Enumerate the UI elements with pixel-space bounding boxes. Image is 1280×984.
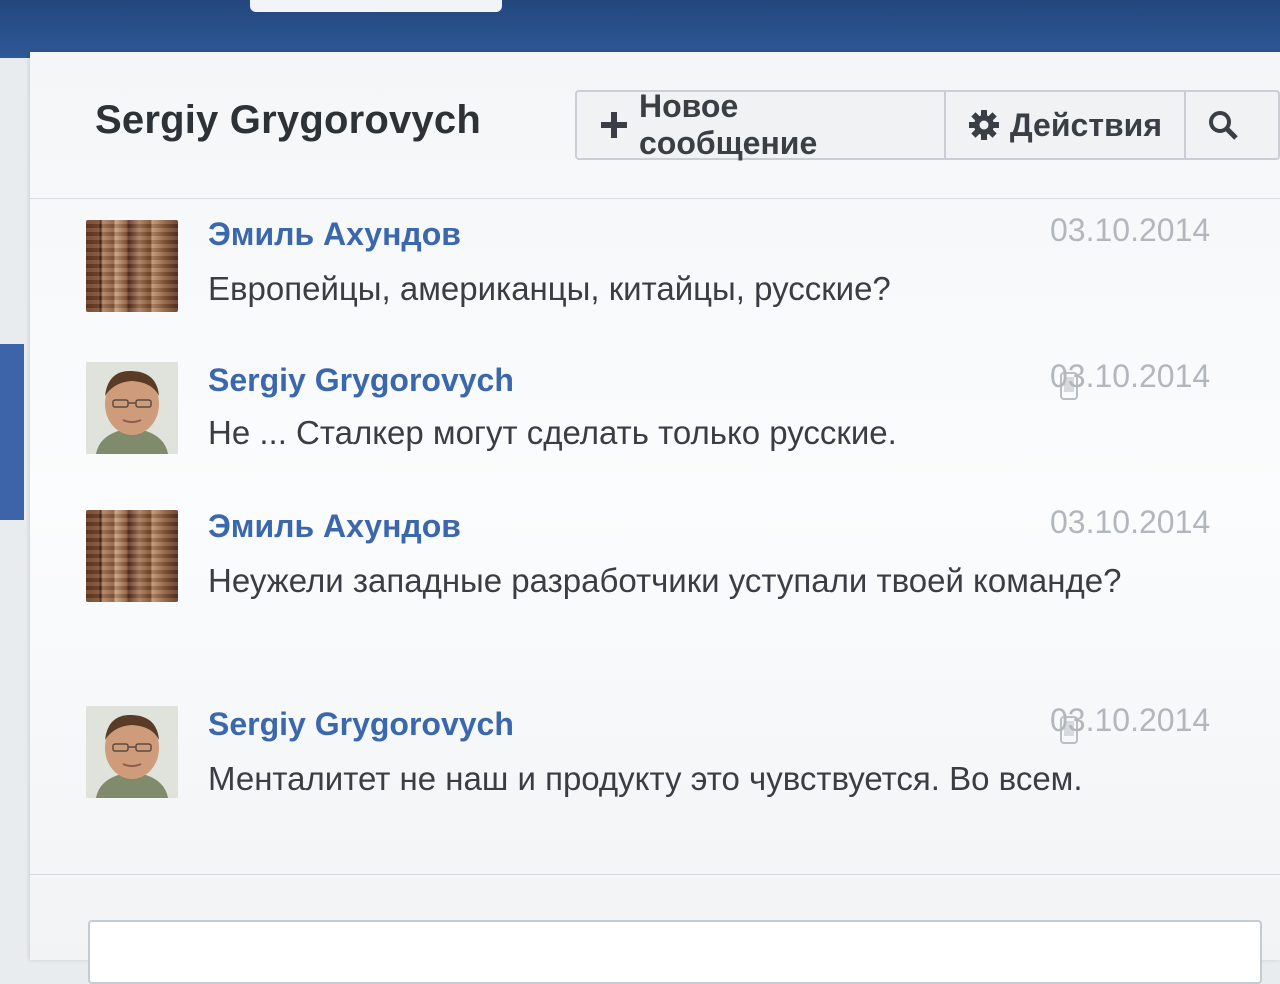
actions-label: Действия xyxy=(1009,106,1162,143)
message-date: 03.10.2014 xyxy=(1050,504,1211,540)
conversation-panel: Sergiy Grygorovych Новое сообщение Дейст… xyxy=(30,52,1280,984)
face-photo-icon xyxy=(86,706,178,798)
message-author-link[interactable]: Эмиль Ахундов xyxy=(208,508,461,545)
new-message-button[interactable]: Новое сообщение xyxy=(577,88,946,161)
message-input[interactable] xyxy=(88,920,1262,984)
avatar[interactable] xyxy=(86,706,178,798)
sidebar-active-indicator xyxy=(0,344,24,520)
top-navigation-bar xyxy=(0,0,1280,58)
top-tab[interactable] xyxy=(250,0,502,12)
message-date: 03.10.2014 xyxy=(1050,212,1211,248)
avatar[interactable] xyxy=(86,362,178,454)
message-date: 03.10.2014 xyxy=(1050,358,1211,394)
search-button[interactable] xyxy=(1186,92,1278,158)
face-photo-icon xyxy=(86,362,178,454)
message-date: 03.10.2014 xyxy=(1050,702,1211,738)
plus-icon xyxy=(599,110,629,140)
search-icon xyxy=(1208,110,1238,140)
message-author-link[interactable]: Sergiy Grygorovych xyxy=(208,706,514,743)
actions-button[interactable]: Действия xyxy=(946,92,1186,158)
avatar[interactable] xyxy=(86,220,178,312)
message-text: Менталитет не наш и продукту это чувству… xyxy=(208,760,1083,797)
new-message-label: Новое сообщение xyxy=(639,88,818,161)
message-author-link[interactable]: Sergiy Grygorovych xyxy=(208,362,514,399)
conversation-toolbar: Новое сообщение Действия xyxy=(575,88,1280,161)
message-author-link[interactable]: Эмиль Ахундов xyxy=(208,216,461,253)
conversation-title: Sergiy Grygorovych xyxy=(95,98,481,142)
gear-icon xyxy=(968,109,1000,141)
avatar[interactable] xyxy=(86,510,178,602)
message-text: Не ... Сталкер могут сделать только русс… xyxy=(208,414,897,451)
message-text: Неужели западные разработчики уступали т… xyxy=(208,562,1122,599)
message-text: Европейцы, американцы, китайцы, русские? xyxy=(208,270,891,307)
conversation-header: Sergiy Grygorovych Новое сообщение Дейст… xyxy=(30,52,1280,199)
composer-divider xyxy=(30,874,1280,875)
